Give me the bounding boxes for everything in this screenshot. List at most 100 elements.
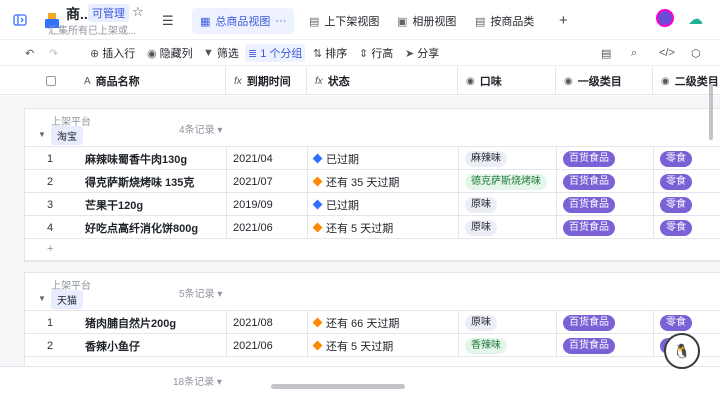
hide-column-button[interactable]: ◉ 隐藏列 — [144, 44, 196, 62]
doc-subtitle: 汇集所有已上架或... — [48, 26, 137, 37]
cell-status[interactable]: 还有 5 天过期 — [308, 216, 459, 239]
row-height-icon: ⇕ — [359, 47, 369, 60]
cell-taste[interactable]: 原味 — [459, 216, 557, 239]
cell-cat1[interactable]: 百货食品 — [557, 216, 654, 239]
cat1-pill: 百货食品 — [563, 314, 615, 331]
cell-taste[interactable]: 香辣味 — [459, 334, 557, 357]
group-header[interactable]: ▼ 上架平台 天猫 5条记录 ▾ — [25, 273, 720, 311]
cell-cat2[interactable]: 零食 — [654, 193, 720, 216]
more-icon[interactable]: ··· — [275, 15, 286, 27]
cell-cat2[interactable]: 零食 — [654, 216, 720, 239]
redo-icon[interactable]: ↷ — [46, 44, 61, 62]
group-count[interactable]: 4条记录 ▾ — [179, 121, 222, 136]
menu-icon[interactable]: ☰ — [162, 13, 174, 29]
cell-cat1[interactable]: 百货食品 — [557, 193, 654, 216]
sort-button[interactable]: ⇅ 排序 — [310, 44, 350, 62]
total-count[interactable]: 18条记录 ▾ — [173, 373, 222, 388]
column-header-cat1[interactable]: ◉ 一级类目 — [556, 67, 653, 95]
cell-status[interactable]: 还有 66 天过期 — [308, 311, 459, 334]
column-header-expire[interactable]: fx 到期时间 — [226, 67, 307, 95]
form-icon[interactable]: ▤ — [598, 44, 614, 62]
column-header-name[interactable]: A 商品名称 — [76, 67, 226, 95]
column-header-status[interactable]: fx 状态 — [307, 67, 458, 95]
taste-pill: 原味 — [465, 219, 497, 236]
add-row-button[interactable]: + — [25, 239, 720, 261]
collapse-caret-icon[interactable]: ▼ — [38, 130, 46, 139]
collapse-caret-icon[interactable]: ▼ — [38, 294, 46, 303]
cell-status[interactable]: 已过期 — [308, 193, 459, 216]
cell-expire[interactable]: 2021/07 — [227, 170, 308, 193]
cell-cat2[interactable]: 零食 — [654, 311, 720, 334]
table-row[interactable]: 2香辣小鱼仔2021/06还有 5 天过期香辣味百货食品零食 — [25, 334, 720, 357]
cell-expire[interactable]: 2021/04 — [227, 147, 308, 170]
table-row[interactable]: 4 好吃点高纤消化饼800g 2021/06 还有 5 天过期 原味 百货食品 零食 — [25, 216, 720, 239]
vertical-scrollbar[interactable] — [709, 84, 713, 140]
cell-name[interactable]: 麻辣味蜀香牛肉130g — [81, 147, 227, 170]
cell-status[interactable]: 已过期 — [308, 147, 459, 170]
cell-cat2[interactable]: 零食 — [654, 170, 720, 193]
star-icon[interactable]: ☆ — [132, 4, 144, 20]
cell-expire[interactable]: 2019/09 — [227, 193, 308, 216]
cell-name[interactable]: 好吃点高纤消化饼800g — [81, 216, 227, 239]
cell-expire[interactable]: 2021/06 — [227, 334, 308, 357]
group-header[interactable]: ▼ 上架平台 淘宝 4条记录 ▾ — [25, 109, 720, 147]
search-icon[interactable]: ⌕ — [628, 44, 640, 62]
tab-shelf-view[interactable]: ▤ 上下架视图 — [301, 8, 387, 34]
cell-name[interactable]: 香辣小鱼仔 — [81, 334, 227, 357]
status-text: 还有 66 天过期 — [326, 317, 400, 330]
group-tag: 淘宝 — [51, 126, 83, 145]
tab-label: 按商品类 — [490, 16, 535, 28]
add-view-icon[interactable]: + — [559, 12, 568, 29]
cell-cat2[interactable]: 零食 — [654, 147, 720, 170]
share-button[interactable]: ➤ 分享 — [402, 44, 442, 62]
status-text: 已过期 — [326, 199, 359, 212]
cell-expire[interactable]: 2021/08 — [227, 311, 308, 334]
filter-icon: ▼ — [203, 47, 214, 59]
plugin-icon[interactable]: ⬡ — [688, 44, 704, 62]
cell-name[interactable]: 芒果干120g — [81, 193, 227, 216]
cell-expire[interactable]: 2021/06 — [227, 216, 308, 239]
cat2-pill: 零食 — [660, 219, 692, 236]
row-number: 4 — [47, 221, 54, 234]
table-icon: ▦ — [200, 15, 211, 28]
tab-total-view[interactable]: ▦ 总商品视图 ··· — [192, 8, 295, 34]
cell-name[interactable]: 猪肉脯自然片200g — [81, 311, 227, 334]
cell-cat1[interactable]: 百货食品 — [557, 311, 654, 334]
table-row[interactable]: 1 猪肉脯自然片200g 2021/08 还有 66 天过期 原味 百货食品 零食 — [25, 311, 720, 334]
tab-gallery-view[interactable]: ▣ 相册视图 — [389, 8, 464, 34]
tab-label: 总商品视图 — [215, 16, 271, 28]
column-header-taste[interactable]: ◉ 口味 — [458, 67, 556, 95]
select-all-checkbox[interactable] — [46, 76, 56, 86]
cell-cat1[interactable]: 百货食品 — [557, 334, 654, 357]
filter-button[interactable]: ▼ 筛选 — [200, 44, 242, 62]
tab-category-view[interactable]: ▤ 按商品类 — [467, 8, 542, 34]
undo-icon[interactable]: ↶ — [22, 44, 37, 62]
table-row[interactable]: 2 得克萨斯烧烤味 135克 2021/07 还有 35 天过期 德克萨斯烧烤味 百货食品… — [25, 170, 720, 193]
cell-cat1[interactable]: 百货食品 — [557, 147, 654, 170]
sidebar-toggle-icon[interactable] — [13, 13, 27, 27]
cell-cat1[interactable]: 百货食品 — [557, 170, 654, 193]
cell-taste[interactable]: 麻辣味 — [459, 147, 557, 170]
group-button[interactable]: ≣ 1 个分组 — [245, 44, 306, 62]
group-count[interactable]: 5条记录 ▾ — [179, 285, 222, 300]
eye-icon: ◉ — [147, 47, 157, 60]
row-number: 3 — [47, 198, 54, 211]
code-icon[interactable]: </> — [656, 44, 678, 62]
cell-status[interactable]: 还有 35 天过期 — [308, 170, 459, 193]
cell-name[interactable]: 得克萨斯烧烤味 135克 — [81, 170, 227, 193]
cell-status[interactable]: 还有 5 天过期 — [308, 334, 459, 357]
insert-row-button[interactable]: ⊕ 插入行 — [87, 44, 138, 62]
table-row[interactable]: 3 芒果干120g 2019/09 已过期 原味 百货食品 零食 — [25, 193, 720, 216]
row-height-button[interactable]: ⇕ 行高 — [356, 44, 396, 62]
cell-taste[interactable]: 原味 — [459, 311, 557, 334]
assistant-mascot-icon[interactable]: 🐧 — [664, 333, 700, 369]
cell-taste[interactable]: 原味 — [459, 193, 557, 216]
taste-pill: 原味 — [465, 196, 497, 213]
group-tag: 天猫 — [51, 290, 83, 309]
avatar[interactable] — [656, 9, 674, 27]
table-row[interactable]: 1 麻辣味蜀香牛肉130g 2021/04 已过期 麻辣味 百货食品 零食 — [25, 147, 720, 170]
status-diamond-icon — [312, 176, 323, 187]
tab-label: 上下架视图 — [324, 16, 380, 28]
cell-taste[interactable]: 德克萨斯烧烤味 — [459, 170, 557, 193]
toolbar: ↶ ↷ ⊕ 插入行 ◉ 隐藏列 ▼ 筛选 ≣ 1 个分组 ⇅ 排序 ⇕ 行高 ➤ 分享 ▤ ⌕… — [0, 40, 720, 66]
